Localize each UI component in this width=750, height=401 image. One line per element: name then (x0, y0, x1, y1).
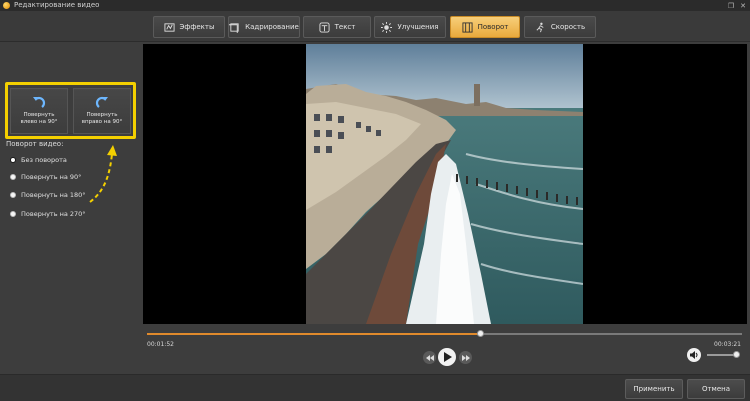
tab-effects[interactable]: Эффекты (153, 16, 225, 38)
tab-rotate-label: Поворот (477, 23, 509, 31)
radio-label: Повернуть на 180° (21, 191, 86, 199)
speed-icon (536, 22, 544, 32)
radio-rotate-180[interactable]: Повернуть на 180° (10, 191, 86, 199)
app-icon (3, 2, 10, 9)
rotate-right-label: Повернуть вправо на 90° (81, 112, 123, 125)
restore-icon[interactable]: ❐ (728, 2, 734, 10)
next-button[interactable] (459, 351, 472, 364)
rotate-left-label: Повернуть влево на 90° (20, 112, 58, 125)
radio-rotate-270[interactable]: Повернуть на 270° (10, 210, 86, 218)
speaker-icon (689, 351, 697, 359)
tab-speed-label: Скорость (550, 23, 586, 31)
radio-label: Без поворота (21, 156, 67, 164)
radio-rotate-90[interactable]: Повернуть на 90° (10, 173, 81, 181)
play-icon (443, 352, 452, 362)
video-preview[interactable] (143, 44, 747, 324)
seaside-storm-frame-image (306, 44, 583, 324)
volume-button[interactable] (687, 348, 701, 362)
tab-enhance[interactable]: Улучшения (374, 16, 446, 38)
radio-label: Повернуть на 270° (21, 210, 86, 218)
tab-rotate[interactable]: Поворот (450, 16, 520, 38)
tab-crop[interactable]: Кадрирование (228, 16, 300, 38)
radio-button[interactable] (10, 174, 16, 180)
tab-text-label: Текст (334, 23, 356, 31)
tab-crop-label: Кадрирование (245, 23, 299, 31)
tab-text[interactable]: Текст (303, 16, 371, 38)
enhance-icon (381, 21, 393, 33)
volume-handle[interactable] (732, 351, 740, 358)
current-time: 00:01:52 (147, 341, 174, 348)
rotate-right-button[interactable]: Повернуть вправо на 90° (73, 88, 131, 134)
apply-button[interactable]: Применить (625, 379, 683, 399)
footer-bar: Применить Отмена (0, 374, 750, 401)
video-editor-window: Редактирование видео ❐ ✕ Эффекты Кадриро… (0, 0, 750, 401)
radio-button[interactable] (10, 157, 16, 163)
tab-enhance-label: Улучшения (397, 23, 439, 31)
seek-progress (147, 333, 481, 335)
tab-bar: Эффекты Кадрирование Текст Улучшения Пов… (0, 11, 750, 42)
rewind-icon (425, 354, 434, 361)
rotate-left-button[interactable]: Повернуть влево на 90° (10, 88, 68, 134)
close-icon[interactable]: ✕ (740, 2, 746, 10)
crop-icon (229, 22, 239, 33)
tab-speed[interactable]: Скорость (524, 16, 596, 38)
text-icon (319, 21, 330, 33)
effects-icon (163, 22, 175, 32)
fast-forward-icon (461, 354, 470, 361)
rotation-panel: Повернуть влево на 90° Повернуть вправо … (0, 42, 140, 372)
window-title: Редактирование видео (14, 1, 100, 9)
rotate-left-icon (33, 96, 46, 108)
playback-controls: 00:01:52 00:03:21 (143, 326, 747, 374)
title-bar: Редактирование видео ❐ ✕ (0, 0, 750, 11)
video-frame (306, 44, 583, 324)
rotate-right-icon (95, 96, 108, 108)
previous-button[interactable] (423, 351, 436, 364)
rotation-section-label: Поворот видео: (6, 140, 64, 148)
seek-bar[interactable] (147, 330, 742, 337)
radio-button[interactable] (10, 211, 16, 217)
seek-handle[interactable] (477, 330, 485, 337)
tab-effects-label: Эффекты (179, 23, 215, 31)
volume-slider[interactable] (707, 351, 740, 358)
radio-label: Повернуть на 90° (21, 173, 82, 181)
cancel-button[interactable]: Отмена (687, 379, 745, 399)
radio-no-rotation[interactable]: Без поворота (10, 156, 67, 164)
rotate-tab-icon (462, 21, 473, 33)
total-time: 00:03:21 (714, 341, 741, 348)
play-button[interactable] (438, 348, 456, 366)
radio-button[interactable] (10, 192, 16, 198)
